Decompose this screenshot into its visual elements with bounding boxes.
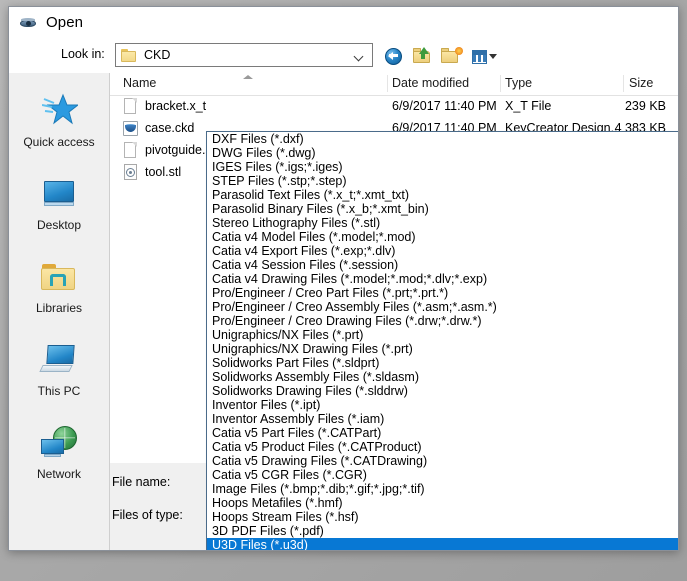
sidebar-item-label: Libraries [35,301,83,315]
file-name: case.ckd [145,121,195,135]
lookin-value: CKD [144,48,171,62]
file-name: bracket.x_t [145,99,207,113]
column-header-size[interactable]: Size [629,76,653,90]
column-headers: Name Date modified Type Size [110,73,678,96]
file-name-label: File name: [112,475,171,489]
dropdown-option[interactable]: Parasolid Binary Files (*.x_b;*.xmt_bin) [207,202,678,216]
column-header-name[interactable]: Name [123,76,156,90]
dropdown-option[interactable]: Catia v5 Product Files (*.CATProduct) [207,440,678,454]
lookin-row: Look in: CKD [9,40,678,73]
ckd-file-icon [123,120,138,137]
dialog-toolbar [383,44,497,68]
stl-file-icon [123,164,138,181]
dropdown-option[interactable]: Stereo Lithography Files (*.stl) [207,216,678,230]
sidebar-item-quick-access[interactable]: Quick access [9,83,109,166]
sidebar-item-desktop[interactable]: Desktop [9,166,109,249]
dropdown-option[interactable]: Catia v4 Model Files (*.model;*.mod) [207,230,678,244]
folder-icon [121,48,137,62]
libraries-folder-icon [39,257,79,297]
dropdown-option[interactable]: Hoops Stream Files (*.hsf) [207,510,678,524]
sidebar-item-label: Desktop [36,218,82,232]
dropdown-option[interactable]: Solidworks Drawing Files (*.slddrw) [207,384,678,398]
dropdown-option[interactable]: Catia v5 Drawing Files (*.CATDrawing) [207,454,678,468]
dropdown-option[interactable]: Inventor Files (*.ipt) [207,398,678,412]
dropdown-option[interactable]: Unigraphics/NX Files (*.prt) [207,328,678,342]
dropdown-option[interactable]: Pro/Engineer / Creo Drawing Files (*.drw… [207,314,678,328]
files-of-type-label: Files of type: [112,508,183,522]
column-header-type[interactable]: Type [505,76,532,90]
computer-icon [39,340,79,380]
open-dialog: Open Look in: CKD Quick access Desktop L… [8,6,679,551]
eye-icon [19,15,37,31]
dropdown-option[interactable]: Solidworks Part Files (*.sldprt) [207,356,678,370]
dropdown-option[interactable]: Unigraphics/NX Drawing Files (*.prt) [207,342,678,356]
dropdown-option[interactable]: Solidworks Assembly Files (*.sldasm) [207,370,678,384]
up-folder-icon[interactable] [412,45,434,67]
sidebar-item-network[interactable]: Network [9,415,109,498]
dropdown-option[interactable]: Catia v5 Part Files (*.CATPart) [207,426,678,440]
document-icon [123,98,138,115]
sidebar-item-label: This PC [37,384,81,398]
dropdown-option[interactable]: Catia v4 Session Files (*.session) [207,258,678,272]
chevron-down-icon[interactable] [355,53,364,59]
sort-ascending-icon [243,75,253,79]
dropdown-option[interactable]: Image Files (*.bmp;*.dib;*.gif;*.jpg;*.t… [207,482,678,496]
new-folder-icon[interactable] [441,45,463,67]
views-icon[interactable] [470,45,497,67]
dropdown-option[interactable]: 3D PDF Files (*.pdf) [207,524,678,538]
title-bar: Open [9,7,678,38]
network-globe-icon [39,423,79,463]
dropdown-option[interactable]: Hoops Metafiles (*.hmf) [207,496,678,510]
column-header-date[interactable]: Date modified [392,76,469,90]
dropdown-option[interactable]: Inventor Assembly Files (*.iam) [207,412,678,426]
dropdown-option[interactable]: Catia v4 Drawing Files (*.model;*.mod;*.… [207,272,678,286]
dropdown-option[interactable]: IGES Files (*.igs;*.iges) [207,160,678,174]
dropdown-option[interactable]: Pro/Engineer / Creo Part Files (*.prt;*.… [207,286,678,300]
file-type: X_T File [505,99,552,113]
dropdown-option[interactable]: Parasolid Text Files (*.x_t;*.xmt_txt) [207,188,678,202]
sidebar-item-this-pc[interactable]: This PC [9,332,109,415]
places-sidebar: Quick access Desktop Libraries This PC N… [9,73,110,550]
document-icon [123,142,138,159]
page-title: Open [46,14,84,31]
file-size: 239 KB [624,99,666,113]
sidebar-item-label: Quick access [23,135,95,149]
caret-down-icon[interactable] [489,54,497,59]
dropdown-option[interactable]: Catia v4 Export Files (*.exp;*.dlv) [207,244,678,258]
star-icon [39,91,79,131]
dropdown-option[interactable]: DXF Files (*.dxf) [207,132,678,146]
sidebar-item-label: Network [36,467,81,481]
file-date: 6/9/2017 11:40 PM [392,99,497,113]
files-of-type-dropdown-list[interactable]: DXF Files (*.dxf) DWG Files (*.dwg) IGES F… [206,131,678,550]
back-icon[interactable] [383,45,405,67]
sidebar-item-libraries[interactable]: Libraries [9,249,109,332]
lookin-combobox[interactable]: CKD [115,43,373,67]
monitor-icon [39,174,79,214]
dropdown-option[interactable]: Pro/Engineer / Creo Assembly Files (*.as… [207,300,678,314]
dropdown-option[interactable]: U3D Files (*.u3d) [207,538,678,550]
table-row[interactable]: bracket.x_t 6/9/2017 11:40 PM X_T File 2… [110,95,678,117]
dropdown-option[interactable]: Catia v5 CGR Files (*.CGR) [207,468,678,482]
file-name: tool.stl [145,165,182,179]
lookin-label: Look in: [61,47,105,61]
dropdown-option[interactable]: DWG Files (*.dwg) [207,146,678,160]
dropdown-option[interactable]: STEP Files (*.stp;*.step) [207,174,678,188]
